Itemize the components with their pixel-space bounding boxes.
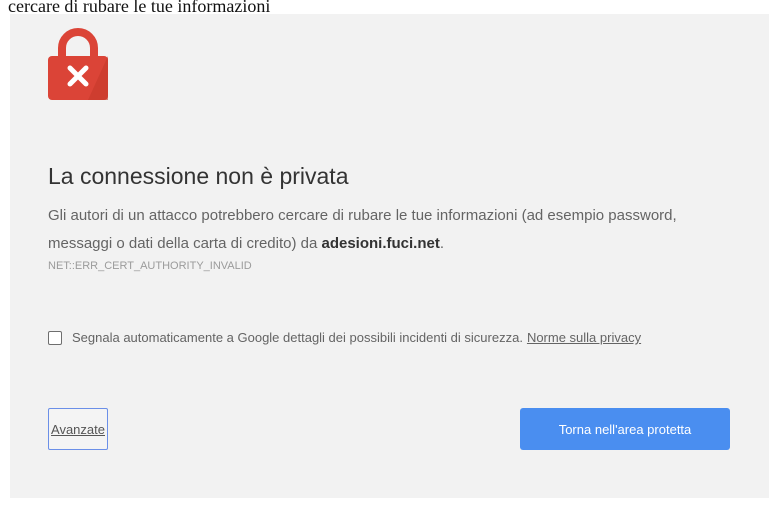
- page-title: La connessione non è privata: [48, 163, 349, 190]
- report-checkbox[interactable]: [48, 330, 62, 345]
- message-end: .: [439, 235, 445, 252]
- security-message: Gli autori di un attacco potrebbero cerc…: [48, 202, 738, 258]
- privacy-policy-link[interactable]: Norme sulla privacy: [527, 330, 641, 345]
- lock-icon: [48, 26, 108, 100]
- host-name: adesioni.fuci.net: [321, 235, 440, 252]
- back-to-safety-button[interactable]: Torna nell'area protetta: [520, 408, 730, 450]
- bottom-strip: [0, 498, 769, 526]
- advanced-button[interactable]: Avanzate: [48, 408, 108, 450]
- error-code: NET::ERR_CERT_AUTHORITY_INVALID: [48, 260, 252, 272]
- report-option: Segnala automaticamente a Google dettagl…: [48, 330, 641, 345]
- report-label: Segnala automaticamente a Google dettagl…: [72, 330, 523, 345]
- interstitial-page: La connessione non è privata Gli autori …: [10, 14, 769, 498]
